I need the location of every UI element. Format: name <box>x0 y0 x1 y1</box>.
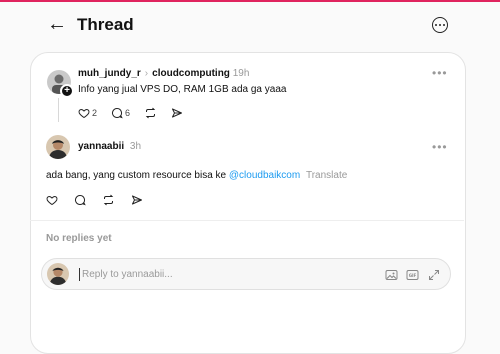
reply-post-meta: yannaabii 3h <box>78 141 141 153</box>
reply-post-text: ada bang, yang custom resource bisa ke @… <box>46 170 347 182</box>
repost-button[interactable] <box>144 107 157 119</box>
like-button[interactable] <box>46 194 58 206</box>
comment-icon <box>112 107 123 119</box>
reply-post-more-icon[interactable]: ••• <box>432 140 448 154</box>
translate-link[interactable]: Translate <box>306 170 347 181</box>
thread-connector-line <box>58 98 59 122</box>
avatar-current-user <box>47 263 69 285</box>
reply-post-username[interactable]: yannaabii <box>78 141 124 152</box>
share-button[interactable] <box>171 107 183 119</box>
reply-post-time: 3h <box>129 141 142 152</box>
send-icon <box>132 195 142 205</box>
mention-link[interactable]: @cloudbaikcom <box>229 170 300 181</box>
more-options-icon[interactable] <box>432 17 448 33</box>
parent-post-community[interactable]: cloudcomputing <box>152 68 230 79</box>
divider <box>30 220 464 221</box>
follow-plus-icon[interactable]: + <box>60 84 74 98</box>
reply-count: 6 <box>125 108 131 118</box>
reply-post-actions <box>46 194 157 206</box>
heart-icon <box>78 108 90 119</box>
repost-icon <box>145 107 156 119</box>
chevron-right-icon: › <box>144 68 149 79</box>
parent-post-text: Info yang jual VPS DO, RAM 1GB ada ga ya… <box>78 84 287 95</box>
send-icon <box>172 108 183 118</box>
gif-icon[interactable]: GIF <box>406 268 419 286</box>
page-title: Thread <box>77 15 134 34</box>
repost-icon <box>103 194 114 206</box>
parent-post-meta: muh_jundy_r › cloudcomputing 19h <box>78 68 249 80</box>
expand-icon[interactable] <box>428 268 440 286</box>
thread-header: ← Thread <box>0 0 500 52</box>
reply-post-text-body: ada bang, yang custom resource bisa ke <box>46 170 227 181</box>
reply-button[interactable] <box>74 194 86 206</box>
comment-icon <box>75 194 86 206</box>
share-button[interactable] <box>131 194 143 206</box>
svg-text:GIF: GIF <box>409 273 417 278</box>
reply-button[interactable]: 6 <box>111 107 130 119</box>
parent-post-time: 19h <box>232 68 250 79</box>
parent-post-username[interactable]: muh_jundy_r <box>78 68 141 79</box>
parent-post-more-icon[interactable]: ••• <box>432 66 448 80</box>
like-button[interactable]: 2 <box>78 107 97 119</box>
avatar-yannaabii[interactable] <box>46 135 70 159</box>
text-caret <box>79 268 80 281</box>
reply-composer[interactable]: GIF <box>41 258 451 290</box>
image-upload-icon[interactable] <box>385 268 398 286</box>
like-count: 2 <box>92 108 98 118</box>
reply-input[interactable] <box>82 265 382 283</box>
parent-post-actions: 2 6 <box>78 107 197 119</box>
heart-icon <box>46 195 58 206</box>
no-replies-label: No replies yet <box>46 233 112 244</box>
repost-button[interactable] <box>102 194 115 206</box>
back-arrow-icon[interactable]: ← <box>47 14 67 34</box>
